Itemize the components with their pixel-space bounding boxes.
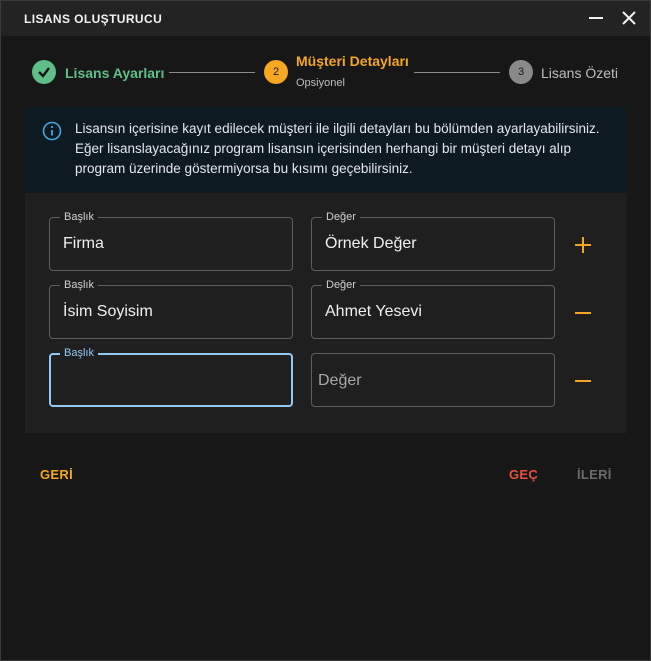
title-field[interactable]: Başlık İsim Soyisim [49, 279, 293, 339]
minimize-icon [589, 17, 603, 19]
title-field-value: İsim Soyisim [63, 303, 153, 320]
close-icon [622, 11, 636, 25]
skip-button[interactable]: GEÇ [509, 467, 538, 482]
remove-row-button[interactable] [569, 299, 597, 327]
value-field-placeholder: Değer [318, 372, 362, 389]
value-field[interactable]: Değer Örnek Değer [311, 211, 555, 271]
step-label-customer-details: Müşteri Detayları [296, 53, 409, 69]
step-connector [414, 72, 500, 73]
add-row-button[interactable] [569, 231, 597, 259]
title-field-value: Firma [63, 235, 104, 252]
value-field-value: Ahmet Yesevi [325, 303, 422, 320]
info-icon [42, 121, 62, 146]
check-circle-icon [32, 60, 56, 84]
next-button[interactable]: İLERİ [577, 467, 612, 482]
title-field-label: Başlık [60, 279, 98, 291]
remove-row-button[interactable] [569, 367, 597, 395]
info-text: Lisansın içerisine kayıt edilecek müşter… [75, 121, 600, 176]
value-field-label: Değer [322, 279, 360, 291]
value-field[interactable]: Değer [311, 353, 555, 407]
title-field-label: Başlık [60, 211, 98, 223]
title-bar: LISANS OLUŞTURUCU [1, 1, 650, 36]
close-button[interactable] [620, 9, 638, 27]
minimize-button[interactable] [587, 9, 605, 27]
step-sublabel-optional: Opsiyonel [296, 77, 345, 89]
window-title: LISANS OLUŞTURUCU [24, 12, 163, 26]
plus-icon [575, 237, 591, 253]
value-field-label: Değer [322, 211, 360, 223]
title-field-focused[interactable]: Başlık [49, 347, 293, 407]
license-creator-window: LISANS OLUŞTURUCU Lisans Ayarları 2 Müşt… [0, 0, 651, 661]
minus-icon [575, 380, 591, 382]
value-field[interactable]: Değer Ahmet Yesevi [311, 279, 555, 339]
customer-details-card: Başlık Firma Değer Örnek Değer Başlık İs… [25, 193, 627, 433]
back-button[interactable]: GERİ [40, 467, 73, 482]
step-connector [169, 72, 255, 73]
title-field-label: Başlık [60, 347, 98, 359]
step-label-license-settings: Lisans Ayarları [65, 65, 165, 81]
title-field[interactable]: Başlık Firma [49, 211, 293, 271]
step-number-2: 2 [264, 60, 288, 84]
minus-icon [575, 312, 591, 314]
step-number-3: 3 [509, 60, 533, 84]
value-field-value: Örnek Değer [325, 235, 417, 252]
info-banner: Lisansın içerisine kayıt edilecek müşter… [25, 107, 627, 192]
step-label-license-summary: Lisans Özeti [541, 65, 619, 81]
